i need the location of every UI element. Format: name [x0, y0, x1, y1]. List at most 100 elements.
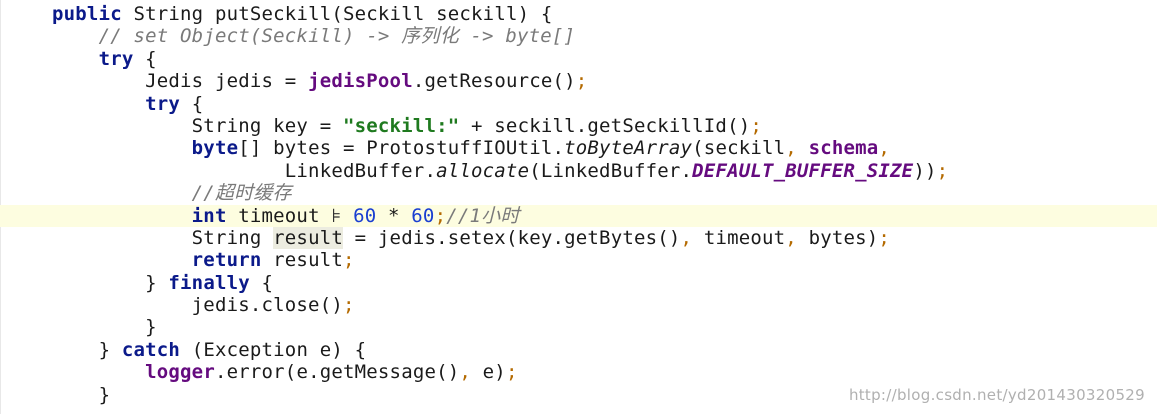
code-token: (seckill: [692, 137, 786, 160]
code-line[interactable]: return result;: [0, 249, 1157, 271]
code-token: ,: [785, 226, 809, 249]
code-token: .getResource(): [412, 70, 576, 93]
code-token: ,: [878, 137, 891, 160]
code-line[interactable]: jedis.close();: [0, 294, 1157, 316]
code-token: try: [98, 47, 146, 70]
code-line[interactable]: LinkedBuffer.allocate(LinkedBuffer.DEFAU…: [0, 160, 1157, 182]
code-token: "seckill:": [342, 114, 460, 137]
code-token: }: [98, 383, 111, 406]
code-token: ;: [343, 249, 355, 272]
code-token: ,: [785, 137, 809, 160]
code-token: int: [191, 204, 239, 227]
code-token: //超时缓存: [191, 182, 292, 205]
code-token: (: [331, 3, 343, 25]
code-line[interactable]: logger.error(e.getMessage(), e);: [0, 361, 1157, 383]
code-token: byte: [191, 137, 239, 160]
code-line[interactable]: //超时缓存: [0, 182, 1157, 204]
code-line[interactable]: Jedis jedis = jedisPool.getResource();: [0, 70, 1157, 92]
code-token: *: [376, 204, 412, 227]
code-token: schema: [808, 137, 879, 160]
code-editor[interactable]: public String putSeckill(Seckill seckill…: [0, 0, 1157, 414]
watermark: http://blog.csdn.net/yd201430320529: [848, 386, 1145, 404]
code-token: }: [98, 338, 122, 361]
code-token: String key =: [191, 114, 343, 137]
code-token: (LinkedBuffer.: [529, 159, 693, 182]
code-token: ;: [750, 114, 762, 137]
code-token: {: [145, 47, 157, 70]
code-token: ;: [878, 226, 891, 249]
code-token: LinkedBuffer.: [284, 159, 437, 182]
code-line[interactable]: try {: [0, 48, 1157, 70]
code-token: timeout: [703, 226, 786, 249]
code-token: {: [261, 271, 274, 294]
code-token: )): [913, 159, 937, 182]
code-line[interactable]: String result = jedis.setex(key.getBytes…: [0, 226, 1157, 249]
code-line[interactable]: String key = "seckill:" + seckill.getSec…: [0, 115, 1157, 137]
code-line[interactable]: } catch (Exception e) {: [0, 339, 1157, 361]
code-line[interactable]: public String putSeckill(Seckill seckill…: [0, 3, 1157, 25]
code-token: (Exception e) {: [191, 338, 367, 361]
code-line[interactable]: byte[] bytes = ProtostuffIOUtil.toByteAr…: [0, 137, 1157, 159]
code-token: result: [273, 226, 343, 249]
code-token: [] bytes = ProtostuffIOUtil.: [238, 137, 565, 160]
code-token: jedisPool: [308, 70, 413, 93]
code-token: // set Object(Seckill) -> 序列化 -> byte[]: [98, 25, 576, 48]
code-area[interactable]: public String putSeckill(Seckill seckill…: [0, 3, 1157, 406]
code-token: + seckill.getSeckillId(): [459, 114, 751, 137]
code-token: }: [145, 271, 169, 294]
code-token: jedis.close(): [191, 294, 343, 317]
code-token: Jedis jedis =: [145, 70, 309, 93]
code-token: 60: [411, 204, 435, 227]
code-token: ;: [575, 70, 588, 93]
code-token: try: [145, 92, 192, 115]
code-token: putSeckill: [214, 3, 332, 25]
code-token: logger: [145, 361, 215, 384]
code-token: }: [145, 316, 157, 339]
code-token: return: [191, 249, 274, 272]
code-line[interactable]: } finally {: [0, 272, 1157, 294]
code-line-current[interactable]: int timeout ⊧ 60 * 60;//1小时: [0, 204, 1157, 227]
code-token: timeout: [238, 204, 332, 227]
code-token: allocate: [436, 159, 530, 182]
code-token: 60: [353, 204, 377, 227]
code-token: catch: [121, 338, 192, 361]
code-token: seckill) {: [436, 3, 553, 25]
code-token: //1小时: [446, 204, 520, 227]
code-token: ;: [505, 361, 518, 384]
code-token: public: [52, 3, 134, 25]
code-line[interactable]: }: [0, 316, 1157, 338]
code-token: ;: [936, 159, 949, 182]
code-token: String: [191, 226, 274, 249]
code-token: ,: [680, 226, 704, 249]
code-token: ⊧: [331, 204, 354, 227]
code-token: ;: [434, 204, 447, 227]
code-token: ;: [342, 294, 355, 317]
code-line[interactable]: try {: [0, 93, 1157, 115]
code-token: ,: [459, 361, 483, 384]
code-token: {: [191, 92, 204, 115]
code-token: DEFAULT_BUFFER_SIZE: [692, 159, 914, 182]
code-token: Seckill: [343, 3, 437, 25]
code-token: result: [273, 249, 343, 272]
code-token: e): [482, 361, 506, 384]
code-token: finally: [168, 271, 262, 294]
code-token: = jedis.setex(key.getBytes(): [343, 226, 681, 249]
code-line[interactable]: // set Object(Seckill) -> 序列化 -> byte[]: [0, 25, 1157, 47]
